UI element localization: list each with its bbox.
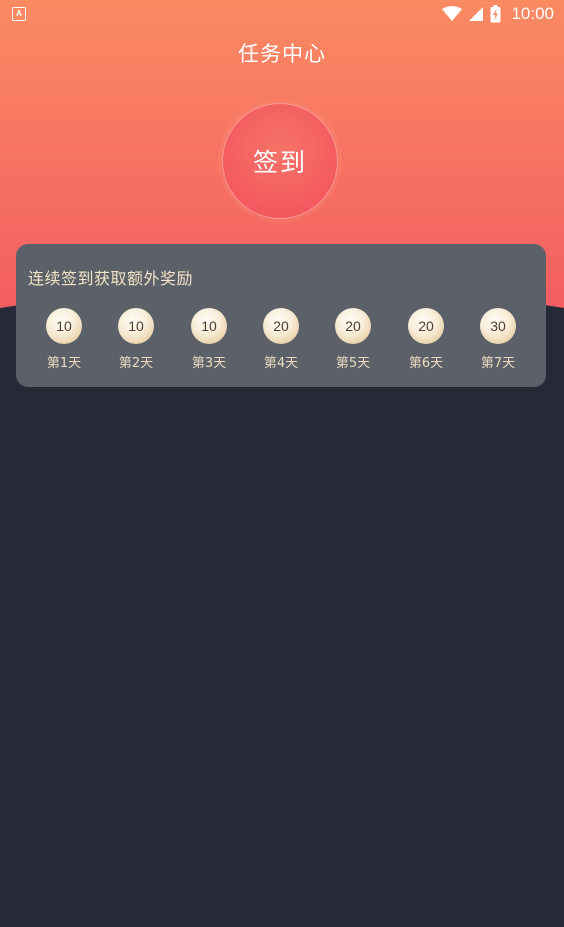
status-time: 10:00 [511,4,554,23]
reward-day-label: 第7天 [480,356,516,371]
reward-day-label: 第6天 [408,356,444,371]
consecutive-checkin-reward-card: 连续签到获取额外奖励 10 第1天 10 第2天 10 第3天 20 第4天 2… [16,244,546,387]
reward-coin: 20 [335,308,371,344]
battery-charging-icon [490,5,501,23]
page-title: 任务中心 [238,42,326,66]
reward-day-label: 第2天 [118,356,154,371]
reward-day-5: 20 第5天 [325,305,381,375]
reward-day-3: 10 第3天 [181,305,237,375]
reward-day-1: 10 第1天 [36,305,92,375]
reward-coin: 10 [191,308,227,344]
reward-day-label: 第3天 [191,356,227,371]
checkin-button-label: 签到 [252,148,307,177]
reward-day-4: 20 第4天 [253,305,309,375]
reward-day-7: 30 第7天 [470,305,526,375]
reward-day-label: 第4天 [263,356,299,371]
reward-coin: 10 [118,308,154,344]
cellular-signal-icon [469,7,484,21]
app-notification-icon: A [12,7,26,21]
reward-day-6: 20 第6天 [398,305,454,375]
reward-day-list: 10 第1天 10 第2天 10 第3天 20 第4天 20 第5天 20 第6… [26,305,534,375]
status-icons: 10:00 [442,3,554,25]
reward-coin: 20 [263,308,299,344]
reward-card-title: 连续签到获取额外奖励 [28,269,194,288]
reward-day-label: 第5天 [335,356,371,371]
reward-day-2: 10 第2天 [108,305,164,375]
checkin-button[interactable]: 签到 [222,103,338,219]
status-bar: A 10:00 [0,0,564,28]
reward-coin: 30 [480,308,516,344]
reward-coin: 10 [46,308,82,344]
reward-day-label: 第1天 [46,356,82,371]
reward-coin: 20 [408,308,444,344]
wifi-icon [442,6,463,21]
